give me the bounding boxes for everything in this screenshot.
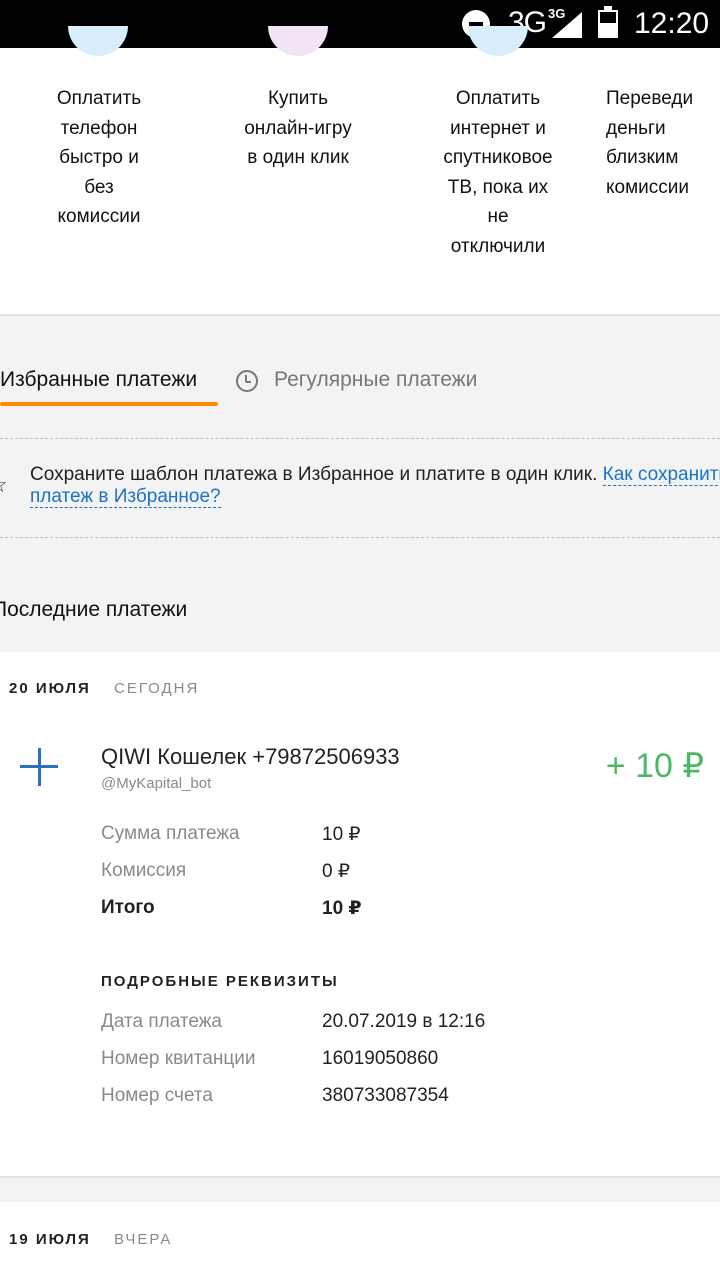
signal-icon bbox=[552, 12, 582, 38]
favorites-hint: ☆ Сохраните шаблон платежа в Избранное и… bbox=[0, 460, 720, 520]
divider bbox=[0, 537, 720, 538]
divider bbox=[0, 438, 720, 439]
quick-action-game-icon bbox=[268, 26, 328, 56]
quick-action-phone-icon bbox=[68, 26, 128, 56]
payment-subtitle: @MyKapital_bot bbox=[101, 775, 212, 792]
hint-text: Сохраните шаблон платежа в Избранное и п… bbox=[30, 464, 720, 508]
payment-title: QIWI Кошелек +79872506933 bbox=[101, 744, 400, 769]
payment-date-relative: СЕГОДНЯ bbox=[114, 680, 200, 697]
quick-action-transfer[interactable]: Переведи деньги близким комиссии bbox=[606, 84, 720, 202]
plus-icon bbox=[20, 748, 58, 786]
status-time: 12:20 bbox=[634, 7, 710, 40]
tab-regular[interactable]: Регулярные платежи bbox=[274, 368, 477, 392]
details-heading: ПОДРОБНЫЕ РЕКВИЗИТЫ bbox=[101, 973, 339, 990]
quick-actions: Оплатить телефон быстро и без комиссии К… bbox=[0, 26, 720, 316]
quick-action-internet[interactable]: Оплатить интернет и спутниковое ТВ, пока… bbox=[418, 84, 578, 261]
payment-card[interactable]: 19 ИЮЛЯ ВЧЕРА bbox=[0, 1202, 720, 1280]
quick-action-phone[interactable]: Оплатить телефон быстро и без комиссии bbox=[19, 84, 179, 232]
clock-icon bbox=[236, 370, 258, 392]
tab-active-indicator bbox=[0, 402, 218, 406]
section-title: Последние платежи bbox=[0, 598, 188, 621]
payment-card[interactable]: 20 ИЮЛЯ СЕГОДНЯ QIWI Кошелек +7987250693… bbox=[0, 652, 720, 1178]
battery-icon bbox=[598, 6, 618, 38]
quick-action-game[interactable]: Купить онлайн-игру в один клик bbox=[218, 84, 378, 173]
payment-date-relative: ВЧЕРА bbox=[114, 1231, 173, 1248]
payment-tabs: Избранные платежи Регулярные платежи bbox=[0, 316, 720, 436]
quick-action-internet-icon bbox=[468, 26, 528, 56]
star-icon: ☆ bbox=[0, 474, 8, 496]
payment-amount: + 10 ₽ bbox=[605, 747, 704, 785]
payment-date: 20 ИЮЛЯ bbox=[9, 680, 91, 697]
payment-date: 19 ИЮЛЯ bbox=[9, 1231, 91, 1248]
tab-favorites[interactable]: Избранные платежи bbox=[0, 368, 197, 392]
